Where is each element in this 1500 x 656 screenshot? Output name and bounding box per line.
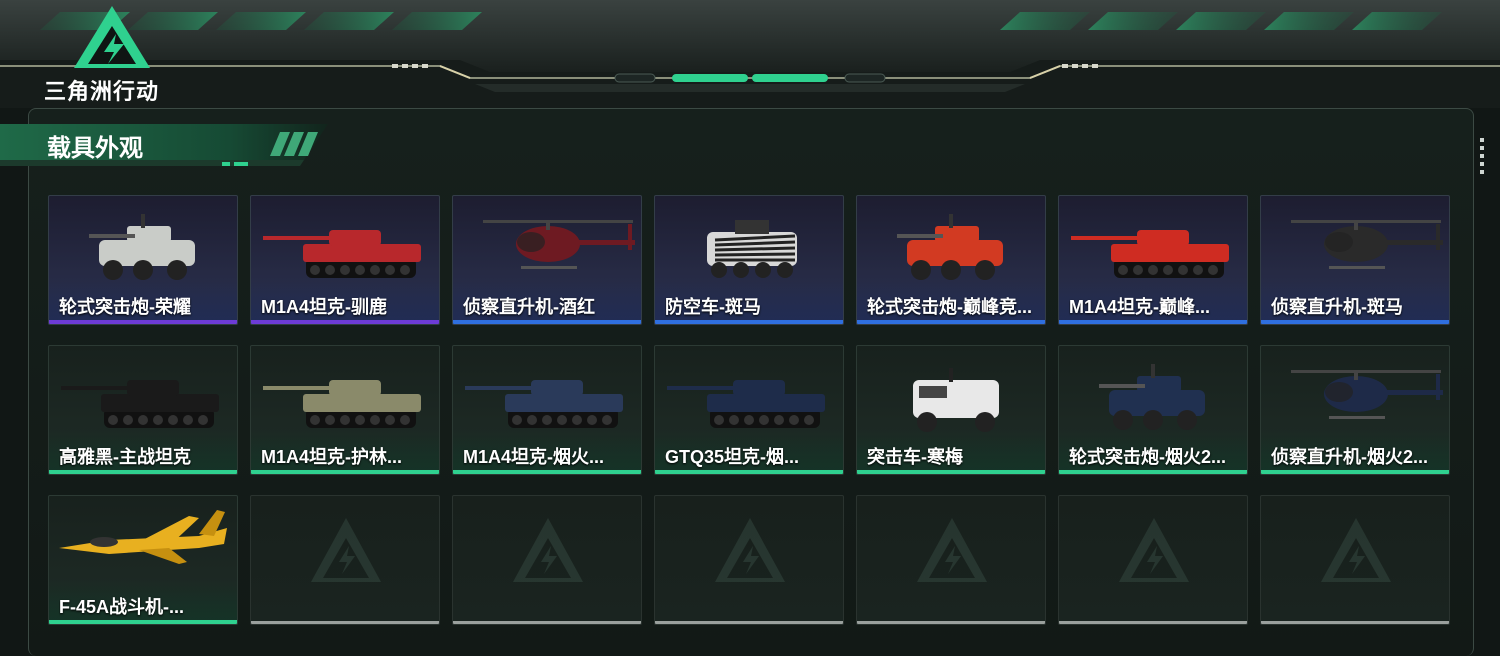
card-label: 突击车-寒梅 (867, 447, 963, 467)
rarity-bar (453, 320, 641, 324)
rarity-bar (1059, 621, 1247, 624)
vehicle-skin-grid: 轮式突击炮-荣耀 M1A4坦克-驯鹿 侦察直升机-酒红 防空车-斑马 轮式突击炮… (48, 195, 1450, 625)
vehicle-skin-card[interactable]: 高雅黑-主战坦克 (48, 345, 238, 475)
vehicle-skin-card[interactable]: 防空车-斑马 (654, 195, 844, 325)
rarity-bar (1261, 470, 1449, 474)
empty-slot-logo-icon (311, 518, 381, 582)
card-label: 轮式突击炮-巅峰竞... (867, 297, 1032, 317)
vehicle-skin-card[interactable]: M1A4坦克-烟火... (452, 345, 642, 475)
vehicle-skin-card[interactable]: M1A4坦克-护林... (250, 345, 440, 475)
card-label: M1A4坦克-烟火... (463, 447, 605, 467)
empty-slot-logo-icon (1119, 518, 1189, 582)
rarity-bar (655, 320, 843, 324)
rarity-bar (857, 320, 1045, 324)
card-label: 高雅黑-主战坦克 (59, 447, 191, 467)
vehicle-skin-card[interactable]: M1A4坦克-巅峰... (1058, 195, 1248, 325)
card-label: GTQ35坦克-烟... (665, 447, 800, 467)
empty-slot-logo-icon (917, 518, 987, 582)
rarity-bar (251, 621, 439, 624)
rarity-bar (655, 621, 843, 624)
empty-slot-logo-icon (715, 518, 785, 582)
rarity-bar (857, 621, 1045, 624)
rarity-bar (857, 470, 1045, 474)
card-label: 轮式突击炮-荣耀 (59, 297, 191, 317)
game-logo-title: 三角洲行动 (44, 79, 160, 104)
rarity-bar (49, 470, 237, 474)
empty-skin-slot (856, 495, 1046, 625)
rarity-bar (251, 320, 439, 324)
rarity-bar (1261, 320, 1449, 324)
header-decoration (0, 0, 1500, 108)
rarity-bar (1059, 320, 1247, 324)
card-label: 侦察直升机-斑马 (1271, 297, 1403, 317)
card-label: 侦察直升机-烟火2... (1271, 447, 1429, 467)
vehicle-skin-card[interactable]: GTQ35坦克-烟... (654, 345, 844, 475)
section-title: 载具外观 (47, 135, 143, 162)
rarity-bar (49, 320, 237, 324)
rarity-bar (453, 470, 641, 474)
empty-skin-slot (1058, 495, 1248, 625)
vehicle-skin-card[interactable]: 侦察直升机-烟火2... (1260, 345, 1450, 475)
rarity-bar (1261, 621, 1449, 624)
vehicle-skin-card[interactable]: 突击车-寒梅 (856, 345, 1046, 475)
card-label: M1A4坦克-护林... (261, 447, 403, 467)
card-label: M1A4坦克-驯鹿 (261, 297, 388, 317)
vehicle-skin-card[interactable]: 侦察直升机-斑马 (1260, 195, 1450, 325)
card-label: M1A4坦克-巅峰... (1069, 297, 1211, 317)
empty-slot-logo-icon (513, 518, 583, 582)
scroll-indicator[interactable] (1480, 138, 1486, 182)
card-label: 轮式突击炮-烟火2... (1069, 447, 1227, 467)
rarity-bar (251, 470, 439, 474)
empty-skin-slot (250, 495, 440, 625)
empty-skin-slot (654, 495, 844, 625)
card-label: 防空车-斑马 (665, 297, 761, 317)
vehicle-skin-card[interactable]: F-45A战斗机-... (48, 495, 238, 625)
rarity-bar (453, 621, 641, 624)
rarity-bar (1059, 470, 1247, 474)
vehicle-skin-card[interactable]: 侦察直升机-酒红 (452, 195, 642, 325)
card-label: 侦察直升机-酒红 (463, 297, 595, 317)
vehicle-skin-card[interactable]: 轮式突击炮-荣耀 (48, 195, 238, 325)
vehicle-skin-card[interactable]: 轮式突击炮-烟火2... (1058, 345, 1248, 475)
empty-skin-slot (452, 495, 642, 625)
card-label: F-45A战斗机-... (59, 597, 185, 617)
vehicle-skin-card[interactable]: 轮式突击炮-巅峰竞... (856, 195, 1046, 325)
empty-skin-slot (1260, 495, 1450, 625)
rarity-bar (655, 470, 843, 474)
rarity-bar (49, 620, 237, 624)
vehicle-skin-card[interactable]: M1A4坦克-驯鹿 (250, 195, 440, 325)
empty-slot-logo-icon (1321, 518, 1391, 582)
